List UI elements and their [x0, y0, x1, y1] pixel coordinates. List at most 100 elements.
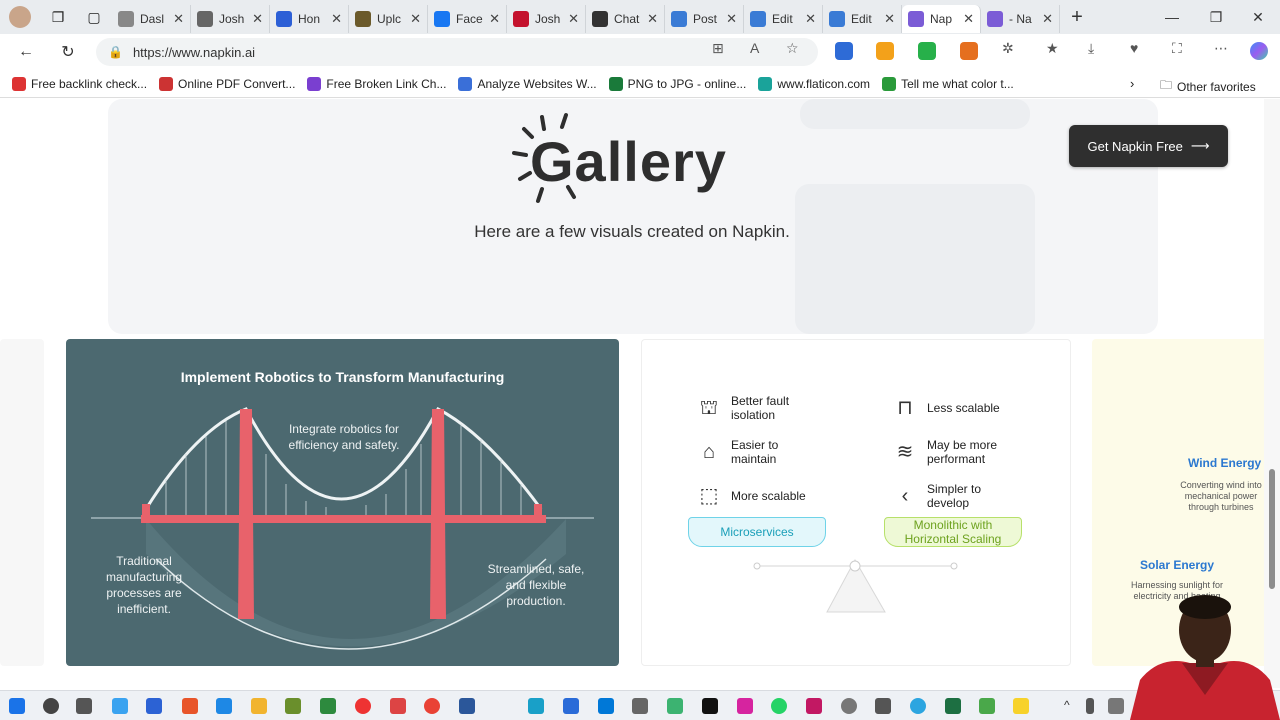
tab-favicon-icon	[987, 11, 1003, 27]
browser-tab[interactable]: Hon ✕	[270, 5, 349, 33]
close-window-icon[interactable]: ✕	[1236, 0, 1280, 34]
app-icon[interactable]	[1013, 698, 1029, 714]
app-icon[interactable]	[355, 698, 371, 714]
tab-close-icon[interactable]: ✕	[252, 11, 263, 27]
chevron-right-icon[interactable]: ›	[1130, 76, 1134, 91]
metamask-icon[interactable]	[960, 42, 978, 60]
word-icon[interactable]	[459, 698, 475, 714]
chevron-up-icon[interactable]: ^	[1064, 698, 1080, 714]
performance-icon[interactable]: ♥	[1130, 40, 1138, 56]
minimize-icon[interactable]: —	[1150, 0, 1194, 34]
tab-close-icon[interactable]: ✕	[331, 11, 342, 27]
favorite-star-icon[interactable]: ☆	[786, 40, 799, 57]
outlook-icon[interactable]	[146, 698, 162, 714]
gallery-card-robotics[interactable]: Implement Robotics to Transform Manufact…	[66, 339, 619, 666]
apps-icon[interactable]: ⊞	[712, 40, 724, 57]
tab-close-icon[interactable]: ✕	[647, 11, 658, 27]
favorite-link[interactable]: www.flaticon.com	[758, 76, 871, 91]
favorite-link[interactable]: Free Broken Link Ch...	[307, 76, 446, 91]
calculator-icon[interactable]	[875, 698, 891, 714]
tab-close-icon[interactable]: ✕	[173, 11, 184, 27]
downloads-icon[interactable]: ⤓	[1088, 40, 1094, 57]
get-napkin-free-button[interactable]: Get Napkin Free ⟶	[1069, 125, 1228, 167]
app-icon[interactable]	[182, 698, 198, 714]
read-aloud-icon[interactable]: A	[750, 40, 759, 56]
file-explorer-icon[interactable]	[251, 698, 267, 714]
microphone-icon[interactable]	[1086, 698, 1094, 714]
tab-actions-icon[interactable]: ▢	[76, 9, 112, 26]
favorite-link[interactable]: PNG to JPG - online...	[608, 76, 746, 91]
scrollbar-thumb[interactable]	[1269, 469, 1275, 589]
app-icon[interactable]	[390, 698, 406, 714]
excel-icon[interactable]	[945, 698, 961, 714]
new-tab-button[interactable]: +	[1060, 6, 1094, 29]
tiktok-icon[interactable]	[702, 698, 718, 714]
favorite-label: www.flaticon.com	[777, 76, 871, 91]
favorite-link[interactable]: Analyze Websites W...	[458, 76, 597, 91]
tab-close-icon[interactable]: ✕	[489, 11, 500, 27]
browser-tab[interactable]: - Na ✕	[981, 5, 1060, 33]
app-icon[interactable]	[806, 698, 822, 714]
copilot-icon[interactable]	[1250, 42, 1268, 60]
instagram-icon[interactable]	[737, 698, 753, 714]
tab-close-icon[interactable]: ✕	[805, 11, 816, 27]
gallery-card-architecture[interactable]: ⛫ Better fault isolation ⌂ Easier to mai…	[641, 339, 1071, 666]
tab-close-icon[interactable]: ✕	[1042, 11, 1053, 27]
other-favorites[interactable]: 🗀 Other favorites	[1160, 76, 1256, 97]
gallery-card-partial-left[interactable]	[0, 339, 44, 666]
telegram-icon[interactable]	[910, 698, 926, 714]
browser-tab[interactable]: Edit ✕	[823, 5, 902, 33]
browser-tab[interactable]: Edit ✕	[744, 5, 823, 33]
browser-tab[interactable]: Nap ✕	[902, 5, 981, 33]
browser-tab[interactable]: Post ✕	[665, 5, 744, 33]
favorites-icon[interactable]: ★	[1046, 40, 1059, 57]
workspaces-icon[interactable]: ❐	[40, 9, 76, 26]
chrome-icon[interactable]	[424, 698, 440, 714]
browser-tab[interactable]: Josh ✕	[191, 5, 270, 33]
whatsapp-icon[interactable]	[771, 698, 787, 714]
app-icon[interactable]	[632, 698, 648, 714]
browser-tab[interactable]: Face ✕	[428, 5, 507, 33]
settings-icon[interactable]	[841, 698, 857, 714]
favorite-link[interactable]: Online PDF Convert...	[159, 76, 295, 91]
search-icon[interactable]	[43, 698, 59, 714]
vscode-icon[interactable]	[598, 698, 614, 714]
favorites-bar: Free backlink check... Online PDF Convert…	[0, 70, 1280, 98]
app-icon[interactable]	[667, 698, 683, 714]
refresh-icon[interactable]: ↻	[52, 36, 84, 68]
browser-tab[interactable]: Chat ✕	[586, 5, 665, 33]
extensions-icon[interactable]: ✲	[1002, 40, 1014, 57]
screenshot-icon[interactable]: ⛶	[1172, 40, 1182, 57]
network-icon[interactable]	[1108, 698, 1124, 714]
tab-close-icon[interactable]: ✕	[726, 11, 737, 27]
app-icon[interactable]	[216, 698, 232, 714]
back-icon[interactable]: ←	[10, 36, 42, 68]
task-view-icon[interactable]	[76, 698, 92, 714]
favorite-link[interactable]: Tell me what color t...	[882, 76, 1014, 91]
tab-close-icon[interactable]: ✕	[410, 11, 421, 27]
tab-close-icon[interactable]: ✕	[884, 11, 895, 27]
extension-shield-icon[interactable]	[918, 42, 936, 60]
favorite-link[interactable]: Free backlink check...	[12, 76, 147, 91]
browser-tab[interactable]: Josh ✕	[507, 5, 586, 33]
page-content: Gallery Here are a few visuals created o…	[0, 99, 1264, 688]
more-menu-icon[interactable]: ⋯	[1214, 40, 1228, 57]
edge-app-icon[interactable]	[112, 698, 128, 714]
app-icon[interactable]	[320, 698, 336, 714]
browser-tab[interactable]: Uplc ✕	[349, 5, 428, 33]
tab-close-icon[interactable]: ✕	[568, 11, 579, 27]
tab-close-icon[interactable]: ✕	[963, 11, 974, 27]
app-icon[interactable]	[563, 698, 579, 714]
restore-icon[interactable]: ❐	[1194, 0, 1238, 34]
extension-s-icon[interactable]	[835, 42, 853, 60]
tab-label: Edit	[851, 12, 872, 26]
extension-lock-icon[interactable]	[876, 42, 894, 60]
profile-avatar[interactable]	[0, 0, 40, 34]
start-icon[interactable]	[9, 698, 25, 714]
browser-tab[interactable]: Dasl ✕	[112, 5, 191, 33]
url-field[interactable]: 🔒 https://www.napkin.ai	[96, 38, 818, 66]
app-icon[interactable]	[979, 698, 995, 714]
app-icon[interactable]	[528, 698, 544, 714]
tab-favicon-icon	[592, 11, 608, 27]
app-icon[interactable]	[285, 698, 301, 714]
